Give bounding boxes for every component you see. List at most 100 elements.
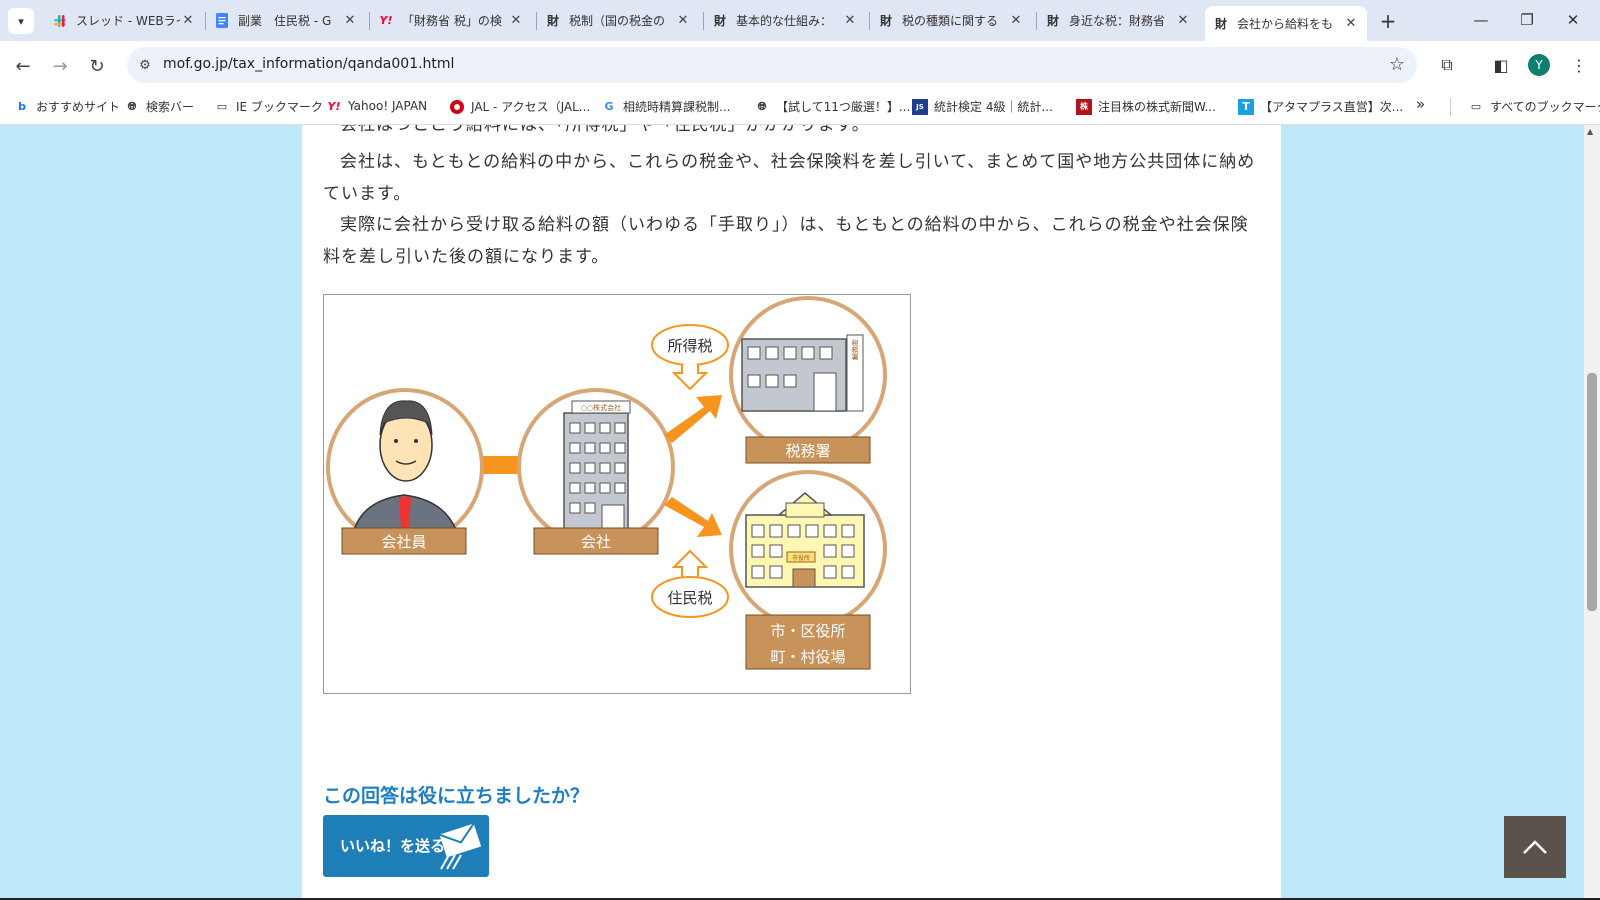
- tab-5[interactable]: 財 税の種類に関する ✕: [870, 6, 1032, 35]
- like-button[interactable]: いいね！を送る: [323, 815, 489, 877]
- close-icon[interactable]: ✕: [180, 13, 196, 28]
- site-settings-icon[interactable]: ⚙: [135, 55, 155, 75]
- close-icon[interactable]: ✕: [842, 13, 858, 28]
- bookmark-item[interactable]: 株 注目株の株式新聞W...: [1076, 98, 1216, 115]
- scroll-up-icon[interactable]: ▲: [1587, 127, 1593, 136]
- avatar[interactable]: Y: [1528, 54, 1550, 76]
- mof-icon: 財: [713, 14, 726, 28]
- tab-6[interactable]: 財 身近な税：財務省 ✕: [1037, 6, 1199, 35]
- income-tax-label: 所得税: [667, 337, 712, 355]
- svg-text:会社員: 会社員: [381, 533, 426, 551]
- bookmark-item[interactable]: Y! Yahoo! JAPAN: [326, 98, 428, 114]
- close-icon[interactable]: ✕: [1175, 13, 1191, 28]
- minimize-button[interactable]: —: [1458, 6, 1504, 34]
- tab-0[interactable]: スレッド - WEBライ ✕: [44, 6, 204, 35]
- chevron-up-icon: [1523, 840, 1547, 854]
- bookmarks-bar: b おすすめサイト 🌐︎ 検索バー ▭ IE ブックマーク Y! Yahoo! …: [0, 90, 1600, 125]
- tab-title: 税の種類に関する: [902, 14, 999, 28]
- employee-figure: [326, 388, 484, 546]
- like-button-label: いいね！を送る: [340, 837, 446, 855]
- tab-strip: ▾ スレッド - WEBライ ✕ 副業 住民税 - G ✕ Y! 「財務省 税」…: [0, 0, 1600, 41]
- income-tax-bubble: 所得税: [651, 324, 729, 391]
- paragraph-2: 実際に会社から受け取る給料の額（いわゆる「手取り」）は、もともとの給料の中から、…: [323, 215, 1249, 267]
- menu-icon[interactable]: ⋮: [1566, 52, 1592, 78]
- svg-text:会社: 会社: [581, 533, 611, 551]
- new-tab-button[interactable]: +: [1375, 8, 1401, 34]
- folder-icon: ▭: [216, 100, 228, 113]
- bookmark-label: 相続時精算課税制...: [623, 100, 731, 114]
- company-sign: ○○株式会社: [581, 403, 621, 412]
- envelope-icon: [439, 822, 482, 870]
- scrollbar-thumb[interactable]: [1587, 373, 1597, 611]
- svg-text:市・区役所: 市・区役所: [770, 622, 845, 640]
- bookmark-item[interactable]: G 相続時精算課税制...: [601, 98, 730, 115]
- close-icon[interactable]: ✕: [1008, 13, 1024, 28]
- mof-icon: 財: [1214, 17, 1227, 31]
- feedback-card: この回答は役に立ちましたか？ いいね！を送る: [302, 757, 1281, 898]
- google-icon: G: [604, 100, 614, 113]
- bookmark-label: 注目株の株式新聞W...: [1098, 100, 1216, 114]
- bookmark-item[interactable]: 🌐︎ 【試して11つ厳選！】...: [754, 98, 911, 115]
- all-bookmarks-button[interactable]: ▭ すべてのブックマーク: [1468, 98, 1600, 115]
- back-to-top-button[interactable]: [1504, 816, 1566, 878]
- t-icon: T: [1238, 98, 1254, 115]
- tab-3[interactable]: 財 税制（国の税金の ✕: [537, 6, 699, 35]
- bookmark-item[interactable]: b おすすめサイト: [14, 98, 120, 115]
- city-sign: 市役所: [792, 554, 810, 562]
- arrow-to-city-office: [664, 497, 722, 537]
- bookmark-label: 統計検定 4級｜統計...: [934, 100, 1053, 114]
- page-viewport: 会社はつとこう給料には、「所得税」や「住民税」がかかります。 会社は、もともとの…: [0, 125, 1584, 898]
- bookmark-divider: [1450, 98, 1451, 116]
- jssc-icon: JS: [912, 98, 928, 115]
- bookmark-label: すべてのブックマーク: [1490, 100, 1600, 114]
- back-button[interactable]: ←: [8, 51, 38, 81]
- more-bookmarks-icon[interactable]: »: [1416, 95, 1425, 113]
- reload-button[interactable]: ↻: [82, 51, 112, 81]
- plus-icon: +: [1379, 9, 1397, 33]
- globe-icon: 🌐︎: [127, 99, 137, 113]
- bookmark-star-icon[interactable]: ☆: [1389, 54, 1405, 75]
- resident-tax-label: 住民税: [667, 589, 712, 607]
- bookmark-label: おすすめサイト: [36, 100, 121, 114]
- slack-icon: [52, 13, 68, 29]
- close-icon[interactable]: ✕: [675, 13, 691, 28]
- bookmark-label: IE ブックマーク: [236, 100, 323, 114]
- kabushiki-icon: 株: [1076, 98, 1092, 115]
- close-icon[interactable]: ✕: [342, 13, 358, 28]
- bookmark-item[interactable]: JS 統計検定 4級｜統計...: [912, 98, 1053, 115]
- bookmark-item[interactable]: JAL - アクセス（JAL...: [449, 98, 590, 115]
- address-bar[interactable]: ⚙ mof.go.jp/tax_information/qanda001.htm…: [127, 47, 1417, 83]
- bookmark-label: 検索バー: [146, 100, 195, 114]
- bookmark-label: 【アタマプラス直営】次...: [1260, 100, 1404, 114]
- forward-button[interactable]: →: [45, 51, 75, 81]
- city-office-building: 市役所: [729, 470, 887, 628]
- bookmark-item[interactable]: ▭ IE ブックマーク: [214, 98, 323, 115]
- vertical-scrollbar[interactable]: ▲: [1584, 125, 1600, 898]
- url-text[interactable]: mof.go.jp/tax_information/qanda001.html: [163, 56, 454, 72]
- globe-icon: 🌐︎: [757, 99, 767, 113]
- tab-title: 基本的な仕組み：: [736, 14, 833, 28]
- svg-text:税務署: 税務署: [785, 442, 830, 460]
- tab-title: 副業 住民税 - G: [238, 14, 332, 28]
- arrow-to-tax-office: [664, 395, 722, 443]
- tab-1[interactable]: 副業 住民税 - G ✕: [206, 6, 366, 35]
- tab-2[interactable]: Y! 「財務省 税」の検 ✕: [370, 6, 532, 35]
- close-icon[interactable]: ✕: [508, 13, 524, 28]
- tab-4[interactable]: 財 基本的な仕組み： ✕: [704, 6, 866, 35]
- tax-office-label: 税務署: [745, 436, 871, 464]
- resident-tax-bubble: 住民税: [651, 549, 729, 618]
- tab-7-active[interactable]: 財 会社から給料をも ✕: [1205, 6, 1367, 41]
- tax-flow-illustration: ○○株式会社 税務署 市役所 所得税 住民税 会社員 会社 税務署 市・区役所 …: [323, 294, 911, 694]
- extensions-icon[interactable]: ⧉: [1434, 52, 1460, 78]
- close-window-button[interactable]: ✕: [1550, 6, 1596, 34]
- minimize-icon: —: [1473, 11, 1489, 29]
- tab-search-button[interactable]: ▾: [8, 8, 34, 34]
- bookmark-item[interactable]: T 【アタマプラス直営】次...: [1238, 98, 1403, 115]
- bookmark-item[interactable]: 🌐︎ 検索バー: [124, 98, 194, 115]
- close-icon[interactable]: ✕: [1343, 16, 1359, 31]
- side-panel-icon[interactable]: ◧: [1488, 52, 1514, 78]
- yahoo-icon: Y!: [379, 14, 393, 27]
- restore-button[interactable]: ❐: [1504, 6, 1550, 34]
- partial-paragraph: 会社はつとこう給料には、「所得税」や「住民税」がかかります。: [340, 125, 870, 135]
- paragraph-1: 会社は、もともとの給料の中から、これらの税金や、社会保険料を差し引いて、まとめて…: [323, 152, 1256, 204]
